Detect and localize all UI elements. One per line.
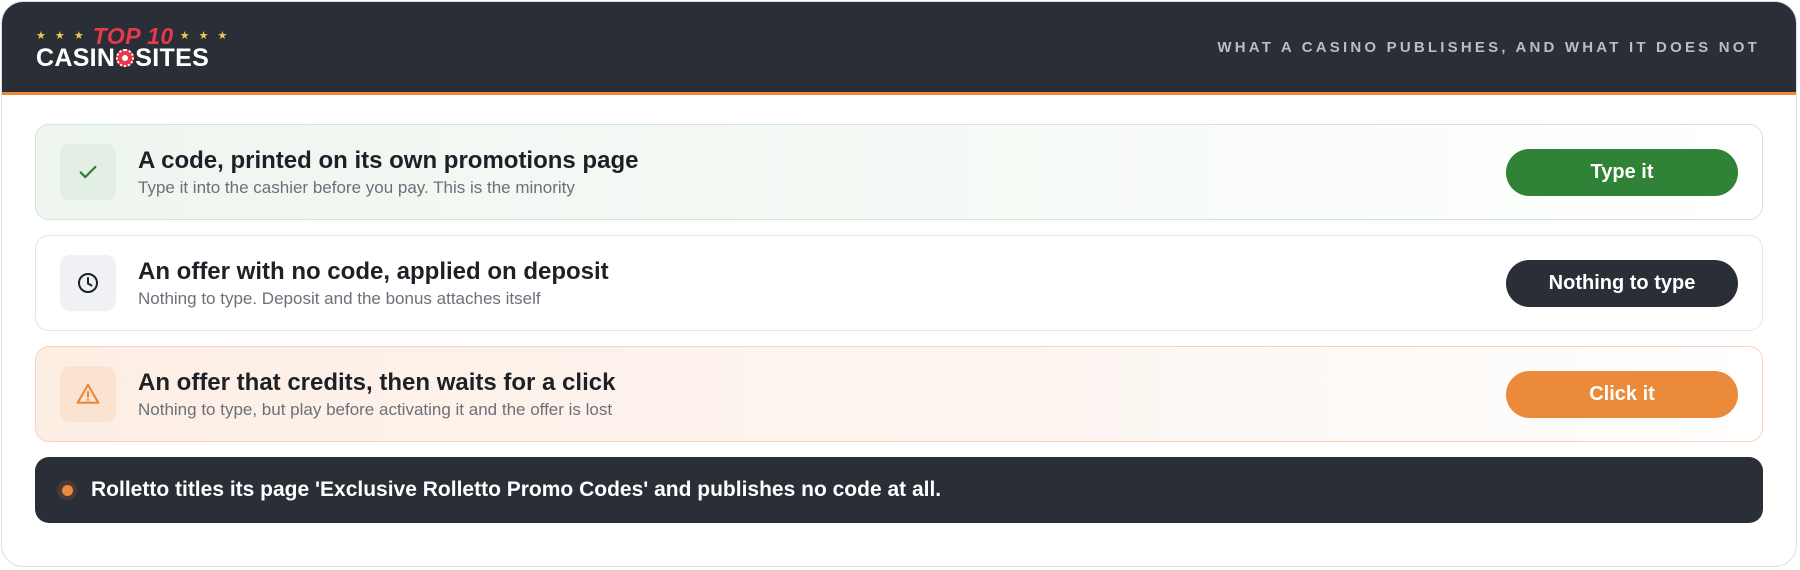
- type-it-button[interactable]: Type it: [1506, 148, 1738, 196]
- clock-icon: [60, 255, 116, 311]
- logo-stars-right: ★ ★ ★: [179, 30, 231, 42]
- check-icon: [60, 144, 116, 200]
- header-tagline: WHAT A CASINO PUBLISHES, AND WHAT IT DOE…: [1217, 38, 1760, 56]
- row-subtitle: Nothing to type, but play before activat…: [138, 399, 613, 419]
- click-it-button[interactable]: Click it: [1506, 370, 1738, 418]
- row-subtitle: Type it into the cashier before you pay.…: [138, 177, 575, 197]
- header-bar: ★ ★ ★ TOP 10 ★ ★ ★ CASIN SITES WHAT A CA…: [2, 2, 1796, 95]
- code-type-list: A code, printed on its own promotions pa…: [2, 95, 1796, 442]
- row-printed-code: A code, printed on its own promotions pa…: [35, 124, 1763, 220]
- rolletto-note-banner: Rolletto titles its page 'Exclusive Roll…: [35, 457, 1763, 523]
- poker-chip-icon: [116, 48, 135, 67]
- logo-casino-text: CASIN: [36, 43, 116, 72]
- row-title: An offer with no code, applied on deposi…: [138, 257, 609, 285]
- row-click-offer: An offer that credits, then waits for a …: [35, 346, 1763, 442]
- nothing-to-type-button[interactable]: Nothing to type: [1506, 259, 1738, 307]
- row-no-code-offer: An offer with no code, applied on deposi…: [35, 235, 1763, 331]
- bullet-dot-icon: [57, 480, 77, 500]
- note-text: Rolletto titles its page 'Exclusive Roll…: [91, 478, 942, 501]
- row-title: A code, printed on its own promotions pa…: [138, 146, 639, 174]
- row-title: An offer that credits, then waits for a …: [138, 368, 616, 396]
- warning-icon: [60, 366, 116, 422]
- site-logo[interactable]: ★ ★ ★ TOP 10 ★ ★ ★ CASIN SITES: [36, 24, 231, 72]
- logo-sites-text: SITES: [135, 43, 210, 72]
- casino-code-types-card: ★ ★ ★ TOP 10 ★ ★ ★ CASIN SITES WHAT A CA…: [1, 1, 1797, 567]
- row-subtitle: Nothing to type. Deposit and the bonus a…: [138, 288, 541, 308]
- logo-stars-left: ★ ★ ★: [36, 30, 87, 42]
